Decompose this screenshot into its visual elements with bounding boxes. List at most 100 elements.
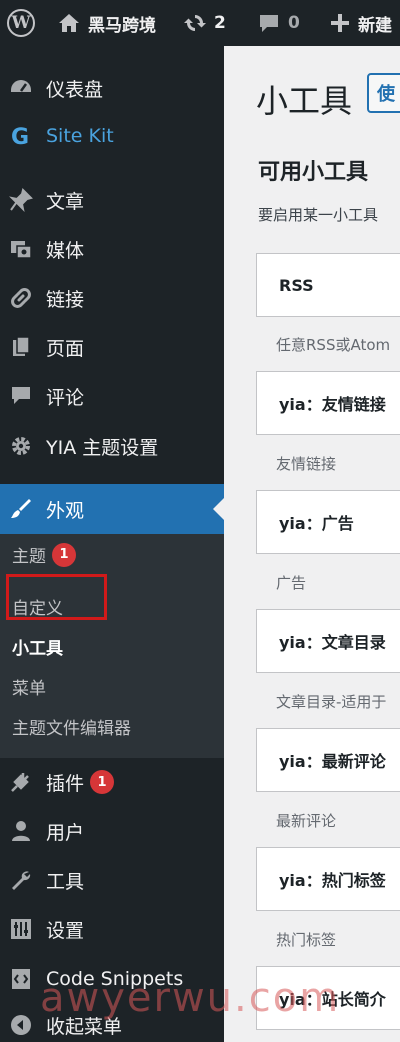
- menu-dashboard-label: 仪表盘: [46, 78, 104, 101]
- pushpin-icon: [8, 187, 34, 213]
- menu-yia-settings-label: YIA 主题设置: [46, 436, 159, 459]
- plugin-icon: [8, 769, 34, 795]
- collapse-icon: [8, 1012, 34, 1038]
- widget-latest-comments-name: yia：最新评论: [279, 752, 386, 771]
- comments-link[interactable]: 0: [258, 0, 300, 46]
- gear-icon: [8, 433, 34, 459]
- widget-latest-comments[interactable]: yia：最新评论: [256, 728, 400, 792]
- home-icon: [58, 13, 80, 33]
- menu-code-snippets[interactable]: Code Snippets: [0, 959, 224, 999]
- link-icon: [8, 285, 34, 311]
- manage-button[interactable]: 使: [367, 73, 400, 113]
- submenu-themes[interactable]: 主题 1: [12, 542, 76, 567]
- site-name: 黑马跨境: [88, 15, 156, 36]
- available-widgets-title: 可用小工具: [258, 160, 369, 185]
- widget-ad[interactable]: yia：广告: [256, 490, 400, 554]
- admin-sidebar: 仪表盘 G Site Kit 文章 媒体 链接 页面 评论 YIA 主题设置 外…: [0, 46, 224, 1042]
- widget-rss-desc: 任意RSS或Atom: [276, 336, 391, 354]
- highlight-annotation-box: [6, 574, 107, 620]
- wechat-icon: [310, 1012, 326, 1025]
- comment-bubble-icon: [258, 12, 280, 34]
- wordpress-logo-button[interactable]: W: [4, 0, 38, 46]
- menu-posts-label: 文章: [46, 190, 85, 213]
- collapse-menu-button[interactable]: 收起菜单: [0, 1005, 224, 1042]
- menu-site-kit-label: Site Kit: [46, 125, 114, 147]
- menu-plugins-text: 插件: [46, 772, 85, 795]
- widget-toc-desc: 文章目录-适用于: [276, 693, 387, 711]
- updates-count: 2: [214, 13, 226, 33]
- menu-plugins[interactable]: 插件 1: [0, 762, 224, 802]
- menu-code-snippets-label: Code Snippets: [46, 968, 184, 990]
- menu-media[interactable]: 媒体: [0, 229, 224, 269]
- submenu-menus-label: 菜单: [12, 679, 46, 699]
- submenu-themes-label: 主题: [12, 547, 46, 567]
- menu-tools[interactable]: 工具: [0, 860, 224, 900]
- widget-rss-name: RSS: [279, 275, 314, 295]
- menu-yia-settings[interactable]: YIA 主题设置: [0, 426, 224, 466]
- menu-comments-label: 评论: [46, 386, 85, 409]
- submenu-widgets-label: 小工具: [12, 639, 63, 659]
- appearance-submenu: 主题 1 自定义 小工具 菜单 主题文件编辑器: [0, 534, 224, 758]
- widget-toc-name: yia：文章目录: [279, 633, 386, 652]
- media-icon: [8, 236, 34, 262]
- menu-appearance-label: 外观: [46, 499, 85, 522]
- user-icon: [8, 818, 34, 844]
- svg-text:G: G: [11, 125, 29, 148]
- site-name-link[interactable]: 黑马跨境: [58, 0, 156, 46]
- submenu-theme-editor[interactable]: 主题文件编辑器: [12, 714, 131, 739]
- menu-comments[interactable]: 评论: [0, 376, 224, 416]
- widget-ad-name: yia：广告: [279, 514, 354, 533]
- menu-tools-label: 工具: [46, 870, 85, 893]
- widget-friend-links-name: yia：友情链接: [279, 395, 386, 414]
- new-content-button[interactable]: 新建: [330, 0, 392, 46]
- wrench-icon: [8, 867, 34, 893]
- menu-settings-label: 设置: [46, 919, 85, 942]
- menu-settings[interactable]: 设置: [0, 909, 224, 949]
- submenu-theme-editor-label: 主题文件编辑器: [12, 719, 131, 739]
- menu-users[interactable]: 用户: [0, 811, 224, 851]
- submenu-menus[interactable]: 菜单: [12, 674, 46, 699]
- widget-hot-tags-desc: 热门标签: [276, 931, 337, 949]
- page-title: 小工具: [256, 82, 353, 120]
- plus-icon: [330, 13, 350, 33]
- widget-toc[interactable]: yia：文章目录: [256, 609, 400, 673]
- widget-hot-tags[interactable]: yia：热门标签: [256, 847, 400, 911]
- widget-latest-comments-desc: 最新评论: [276, 812, 337, 830]
- widget-hot-tags-name: yia：热门标签: [279, 871, 386, 890]
- dashboard-icon: [8, 75, 34, 101]
- admin-bar: W 黑马跨境 2 0 新建: [0, 0, 400, 46]
- menu-appearance[interactable]: 外观: [0, 484, 224, 534]
- widget-rss[interactable]: RSS: [256, 253, 400, 317]
- menu-posts[interactable]: 文章: [0, 180, 224, 220]
- widget-friend-links-desc: 友情链接: [276, 455, 337, 473]
- menu-users-label: 用户: [46, 821, 85, 844]
- menu-links-label: 链接: [46, 288, 85, 311]
- submenu-widgets[interactable]: 小工具: [12, 634, 63, 659]
- collapse-menu-label: 收起菜单: [46, 1015, 123, 1038]
- menu-dashboard[interactable]: 仪表盘: [0, 68, 224, 108]
- comment-icon: [8, 383, 34, 409]
- menu-site-kit[interactable]: G Site Kit: [0, 116, 224, 156]
- active-indicator-arrow: [213, 498, 224, 520]
- updates-link[interactable]: 2: [184, 0, 226, 46]
- code-icon: [8, 966, 34, 992]
- themes-update-badge: 1: [52, 542, 76, 567]
- available-widgets-intro: 要启用某一小工具: [258, 206, 379, 224]
- new-label: 新建: [358, 15, 392, 36]
- menu-media-label: 媒体: [46, 239, 85, 262]
- main-content: 小工具 使 可用小工具 要启用某一小工具 RSS 任意RSS或Atom yia：…: [224, 46, 400, 1042]
- comments-count: 0: [288, 13, 300, 33]
- wechat-watermark-text: 黑马跨境: [330, 1012, 379, 1026]
- menu-plugins-label: 插件 1: [46, 769, 115, 796]
- widget-author-bio-name: yia：站长简介: [279, 990, 386, 1009]
- widget-ad-desc: 广告: [276, 574, 307, 592]
- menu-pages-label: 页面: [46, 337, 85, 360]
- wechat-watermark: 黑马跨境: [310, 1010, 378, 1027]
- widget-friend-links[interactable]: yia：友情链接: [256, 371, 400, 435]
- menu-pages[interactable]: 页面: [0, 327, 224, 367]
- wordpress-icon: W: [7, 9, 35, 37]
- brush-icon: [8, 496, 34, 522]
- page-icon: [8, 334, 34, 360]
- menu-links[interactable]: 链接: [0, 278, 224, 318]
- update-icon: [184, 12, 206, 34]
